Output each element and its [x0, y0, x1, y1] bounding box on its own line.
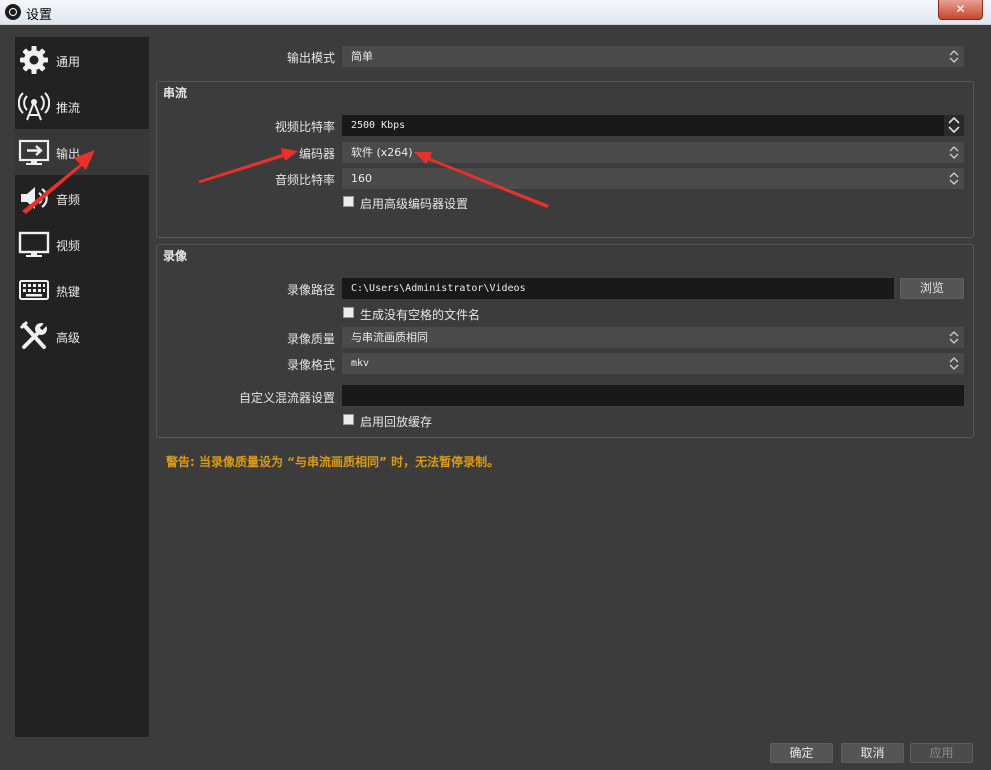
advanced-encoder-checkbox[interactable]	[343, 196, 354, 207]
browse-button[interactable]: 浏览	[900, 278, 964, 299]
tools-icon	[19, 320, 50, 349]
recording-quality-label: 录像质量	[286, 332, 335, 346]
broadcast-tower-icon	[18, 92, 50, 121]
recording-format-value: mkv	[351, 358, 370, 369]
encoder-value: 软件 (x264)	[351, 146, 413, 159]
sidebar-item-label: 输出	[56, 147, 81, 161]
chevron-updown-icon	[944, 142, 964, 163]
chevron-updown-icon	[944, 327, 964, 348]
sidebar-item-stream[interactable]: 推流	[15, 83, 149, 129]
encoder-label: 编码器	[298, 147, 335, 161]
obs-logo-icon	[5, 4, 21, 20]
spin-arrows-icon[interactable]	[944, 115, 964, 136]
speaker-icon	[21, 187, 48, 209]
no-space-filename-label: 生成没有空格的文件名	[360, 308, 481, 322]
audio-bitrate-select[interactable]: 160	[342, 168, 964, 189]
display-icon	[18, 231, 50, 257]
output-monitor-icon	[18, 139, 50, 165]
sidebar-item-label: 推流	[56, 101, 81, 115]
sidebar-item-audio[interactable]: 音频	[15, 175, 149, 221]
cancel-button[interactable]: 取消	[841, 743, 904, 763]
audio-bitrate-value: 160	[351, 172, 372, 185]
video-bitrate-label: 视频比特率	[274, 120, 335, 134]
sidebar-item-advanced[interactable]: 高级	[15, 313, 149, 359]
recording-format-label: 录像格式	[286, 358, 335, 372]
window-title: 设置	[26, 8, 53, 23]
recording-quality-value: 与串流画质相同	[351, 331, 428, 344]
recording-path-label: 录像路径	[286, 283, 335, 297]
recording-group-title: 录像	[163, 249, 188, 263]
sidebar-item-label: 音频	[56, 193, 81, 207]
ok-button[interactable]: 确定	[770, 743, 833, 763]
chevron-updown-icon	[944, 353, 964, 374]
output-mode-label: 输出模式	[286, 51, 335, 65]
recording-path-input[interactable]: C:\Users\Administrator\Videos	[342, 278, 894, 299]
sidebar-item-label: 高级	[56, 331, 81, 345]
settings-sidebar: 通用 推流 输出 音频 视频 热键 高级	[15, 37, 149, 737]
no-space-filename-checkbox[interactable]	[343, 307, 354, 318]
keyboard-icon	[19, 280, 49, 300]
sidebar-item-video[interactable]: 视频	[15, 221, 149, 267]
replay-buffer-checkbox[interactable]	[343, 414, 354, 425]
audio-bitrate-label: 音频比特率	[274, 173, 335, 187]
output-mode-value: 简单	[351, 50, 373, 63]
warning-message: 警告: 当录像质量设为 “与串流画质相同” 时，无法暂停录制。	[166, 455, 500, 469]
output-mode-select[interactable]: 简单	[342, 46, 964, 67]
video-bitrate-spinbox[interactable]: 2500 Kbps	[342, 115, 964, 136]
encoder-select[interactable]: 软件 (x264)	[342, 142, 964, 163]
sidebar-item-label: 视频	[56, 239, 81, 253]
sidebar-item-general[interactable]: 通用	[15, 37, 149, 83]
recording-quality-select[interactable]: 与串流画质相同	[342, 327, 964, 348]
chevron-updown-icon	[944, 168, 964, 189]
chevron-updown-icon	[944, 46, 964, 67]
window-titlebar: 设置 ✕	[0, 0, 991, 25]
recording-format-select[interactable]: mkv	[342, 353, 964, 374]
custom-muxer-label: 自定义混流器设置	[238, 391, 335, 405]
sidebar-item-output[interactable]: 输出	[15, 129, 149, 175]
streaming-group-title: 串流	[163, 86, 188, 100]
sidebar-item-label: 通用	[56, 55, 81, 69]
sidebar-item-hotkeys[interactable]: 热键	[15, 267, 149, 313]
sidebar-item-label: 热键	[56, 285, 81, 299]
custom-muxer-input[interactable]	[342, 385, 964, 406]
apply-button[interactable]: 应用	[910, 743, 973, 763]
recording-path-value: C:\Users\Administrator\Videos	[351, 283, 526, 294]
advanced-encoder-checkbox-label: 启用高级编码器设置	[360, 197, 469, 211]
gear-icon	[20, 46, 48, 74]
video-bitrate-value: 2500 Kbps	[351, 120, 406, 131]
close-button[interactable]: ✕	[938, 0, 983, 20]
replay-buffer-label: 启用回放缓存	[360, 415, 433, 429]
